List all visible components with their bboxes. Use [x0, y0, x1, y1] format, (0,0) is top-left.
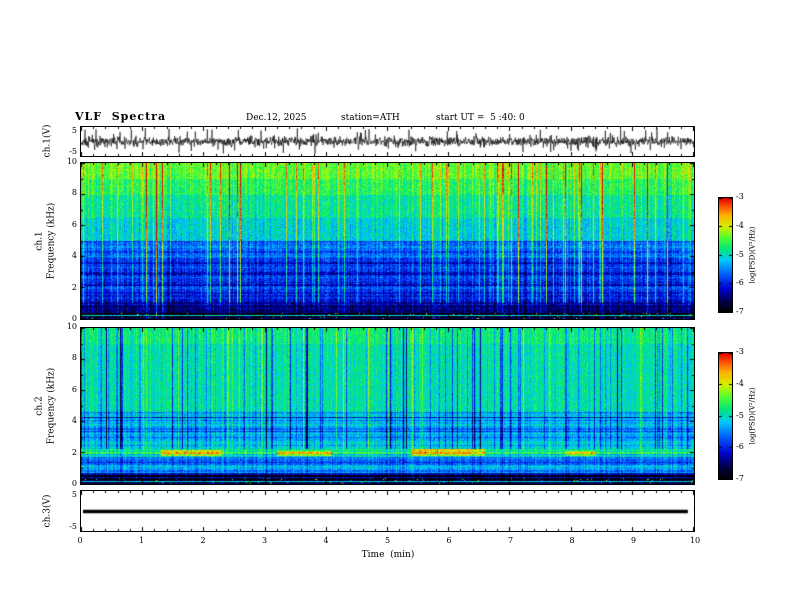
cb2-tick--3: -3	[736, 347, 744, 356]
cb1-tick--6: -6	[736, 278, 744, 288]
x-tick-label-7: 7	[507, 536, 514, 545]
spec2-ytick-4: 4	[71, 416, 77, 426]
x-tick-label-6: 6	[446, 536, 452, 545]
ch1-ytick-pos: 5	[71, 126, 77, 135]
y-axis-label-ch1-wave: ch.1(V)	[42, 124, 53, 158]
vlf-spectra-figure: VLF Spectra Dec.12, 2025 station=ATH sta…	[0, 0, 792, 612]
x-tick-label-9: 9	[630, 536, 637, 545]
spec2-ytick-0: 0	[71, 479, 77, 488]
colorbar-1-canvas	[719, 198, 732, 312]
y-axis-label-spec2-channel: ch.2	[34, 396, 45, 416]
cb1-tick--4: -4	[736, 220, 744, 230]
x-tick-label-5: 5	[384, 536, 391, 545]
y-axis-label-spec2-frequency: Frequency (kHz)	[46, 367, 57, 445]
panel-ch3-waveform	[80, 490, 695, 532]
cb1-tick--7: -7	[736, 307, 744, 316]
cb2-tick--5: -5	[736, 410, 744, 420]
x-tick-label-1: 1	[138, 536, 145, 545]
colorbar-2-canvas	[719, 353, 732, 479]
x-tick-label-0: 0	[77, 536, 83, 545]
y-axis-label-spec1-frequency: Frequency (kHz)	[46, 202, 57, 280]
y-axis-label-spec1-channel: ch.1	[34, 231, 45, 251]
panel-ch1-spectrogram	[80, 162, 695, 320]
cb2-tick--4: -4	[736, 378, 744, 388]
x-axis-label: Time (min)	[361, 550, 415, 560]
header-date: Dec.12, 2025	[246, 113, 307, 123]
ch3-ytick-neg: -5	[69, 522, 77, 531]
x-tick-label-4: 4	[323, 536, 329, 545]
x-tick-label-8: 8	[569, 536, 575, 545]
cb1-tick--5: -5	[736, 249, 744, 259]
spec2-ytick-10: 10	[66, 322, 77, 331]
y-axis-label-ch3-wave: ch.3(V)	[42, 494, 53, 528]
header-start-ut: start UT = 5 :40: 0	[436, 113, 525, 123]
x-tick-label-3: 3	[261, 536, 268, 545]
figure-title: VLF Spectra	[75, 110, 167, 123]
colorbar-2-label: log(PSD)(V²/Hz)	[748, 387, 757, 445]
ch1-waveform-canvas	[81, 127, 694, 156]
spec2-ytick-6: 6	[71, 384, 77, 394]
spec1-ytick-2: 2	[71, 282, 77, 292]
panel-ch1-waveform	[80, 126, 695, 157]
spec1-ytick-10: 10	[66, 157, 77, 166]
cb1-tick--3: -3	[736, 192, 744, 201]
spec2-ytick-2: 2	[71, 447, 77, 457]
spec1-ytick-8: 8	[71, 188, 77, 198]
ch3-ytick-pos: 5	[71, 490, 77, 499]
panel-ch2-spectrogram	[80, 327, 695, 485]
spec1-ytick-4: 4	[71, 251, 77, 261]
x-tick-label-10: 10	[689, 536, 701, 545]
ch1-ytick-neg: -5	[69, 147, 77, 156]
colorbar-2	[718, 352, 733, 480]
ch2-spectrogram-canvas	[81, 328, 694, 484]
colorbar-1-label: log(PSD)(V²/Hz)	[748, 226, 757, 284]
colorbar-1	[718, 197, 733, 313]
ch1-spectrogram-canvas	[81, 163, 694, 319]
spec1-ytick-6: 6	[71, 219, 77, 229]
x-tick-label-2: 2	[200, 536, 206, 545]
ch3-waveform-canvas	[81, 491, 694, 531]
header-station: station=ATH	[341, 113, 400, 123]
spec2-ytick-8: 8	[71, 353, 77, 363]
cb2-tick--7: -7	[736, 474, 744, 483]
cb2-tick--6: -6	[736, 442, 744, 452]
